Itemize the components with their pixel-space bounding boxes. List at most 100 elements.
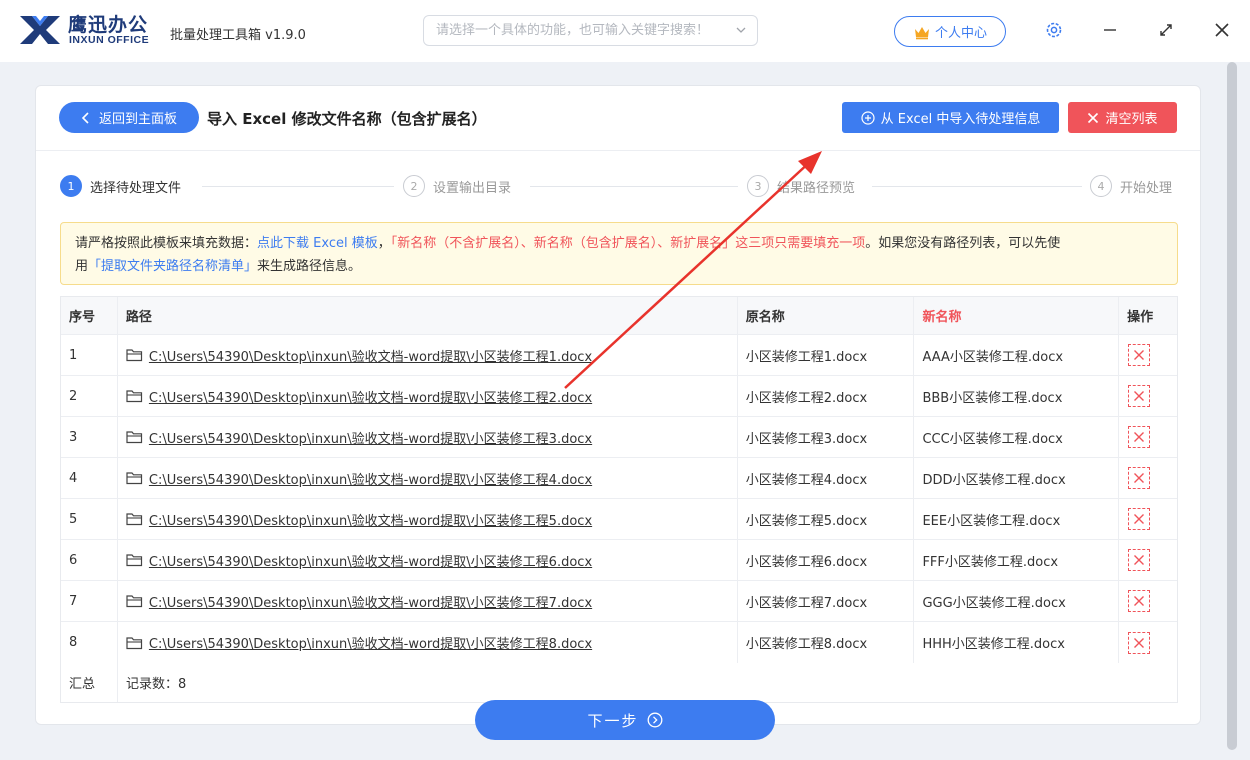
table-row: 5 C:\Users\54390\Desktop\inxun\验收文档-word提…	[61, 499, 1177, 540]
maximize-icon[interactable]	[1156, 20, 1176, 40]
row-operation	[1119, 458, 1177, 498]
row-new-name: HHH小区装修工程.docx	[914, 622, 1120, 663]
delete-x-icon	[1134, 391, 1145, 401]
row-index: 1	[61, 335, 118, 375]
delete-row-button[interactable]	[1128, 590, 1151, 612]
step-output-dir: 2 设置输出目录	[403, 175, 511, 197]
step-connector	[530, 186, 738, 187]
search-input[interactable]	[424, 16, 724, 45]
row-original-name: 小区装修工程3.docx	[738, 417, 915, 457]
next-step-button[interactable]: 下一步	[475, 700, 775, 740]
row-original-name: 小区装修工程1.docx	[738, 335, 915, 375]
folder-icon	[126, 636, 143, 649]
function-search[interactable]	[423, 15, 758, 46]
row-new-name: EEE小区装修工程.docx	[914, 499, 1120, 539]
table-row: 4 C:\Users\54390\Desktop\inxun\验收文档-word提…	[61, 458, 1177, 499]
folder-icon	[126, 390, 143, 403]
chevron-left-icon	[81, 111, 89, 124]
row-path-cell: C:\Users\54390\Desktop\inxun\验收文档-word提取…	[118, 335, 738, 375]
row-original-name: 小区装修工程8.docx	[738, 622, 915, 663]
header-path: 路径	[118, 297, 738, 334]
row-index: 8	[61, 622, 118, 663]
file-path-link[interactable]: C:\Users\54390\Desktop\inxun\验收文档-word提取…	[149, 510, 592, 529]
step-number: 3	[747, 175, 769, 197]
import-from-excel-button[interactable]: 从 Excel 中导入待处理信息	[842, 102, 1059, 133]
table-row: 8 C:\Users\54390\Desktop\inxun\验收文档-word提…	[61, 622, 1177, 663]
row-index: 5	[61, 499, 118, 539]
personal-center-button[interactable]: 个人中心	[894, 16, 1006, 47]
next-label: 下一步	[587, 711, 639, 730]
row-new-name: AAA小区装修工程.docx	[914, 335, 1120, 375]
step-label: 设置输出目录	[433, 180, 512, 196]
delete-row-button[interactable]	[1128, 549, 1151, 571]
import-label: 从 Excel 中导入待处理信息	[880, 112, 1041, 127]
step-connector	[872, 186, 1082, 187]
file-path-link[interactable]: C:\Users\54390\Desktop\inxun\验收文档-word提取…	[149, 469, 592, 488]
x-icon	[1088, 112, 1099, 123]
header-original-name: 原名称	[738, 297, 915, 334]
row-new-name: FFF小区装修工程.docx	[914, 540, 1120, 580]
folder-icon	[126, 554, 143, 567]
delete-row-button[interactable]	[1128, 508, 1151, 530]
file-path-link[interactable]: C:\Users\54390\Desktop\inxun\验收文档-word提取…	[149, 633, 592, 652]
header-new-name: 新名称	[914, 297, 1120, 334]
row-new-name: BBB小区装修工程.docx	[914, 376, 1120, 416]
page-title: 导入 Excel 修改文件名称（包含扩展名）	[207, 110, 487, 128]
row-path-cell: C:\Users\54390\Desktop\inxun\验收文档-word提取…	[118, 376, 738, 416]
row-new-name: CCC小区装修工程.docx	[914, 417, 1120, 457]
gear-icon[interactable]	[1044, 20, 1064, 40]
clear-list-button[interactable]: 清空列表	[1068, 102, 1177, 133]
step-label: 结果路径预览	[777, 180, 856, 196]
step-connector	[202, 186, 394, 187]
delete-row-button[interactable]	[1128, 426, 1151, 448]
chevron-down-icon[interactable]	[735, 24, 747, 36]
folder-icon	[126, 349, 143, 362]
step-label: 选择待处理文件	[90, 180, 182, 196]
row-operation	[1119, 540, 1177, 580]
row-operation	[1119, 622, 1177, 663]
row-path-cell: C:\Users\54390\Desktop\inxun\验收文档-word提取…	[118, 540, 738, 580]
row-operation	[1119, 581, 1177, 621]
row-original-name: 小区装修工程5.docx	[738, 499, 915, 539]
back-to-main-button[interactable]: 返回到主面板	[59, 102, 199, 133]
vertical-scrollbar[interactable]	[1227, 62, 1237, 750]
row-new-name: GGG小区装修工程.docx	[914, 581, 1120, 621]
step-label: 开始处理	[1120, 180, 1173, 196]
extract-path-list-link[interactable]: 「提取文件夹路径名称清单」	[88, 259, 257, 274]
row-index: 3	[61, 417, 118, 457]
inxun-logo-icon	[20, 16, 60, 44]
step-start: 4 开始处理	[1090, 175, 1172, 197]
delete-x-icon	[1134, 514, 1145, 524]
personal-center-label: 个人中心	[934, 26, 987, 41]
download-template-link[interactable]: 点此下载 Excel 模板	[257, 236, 378, 251]
delete-row-button[interactable]	[1128, 631, 1151, 654]
file-path-link[interactable]: C:\Users\54390\Desktop\inxun\验收文档-word提取…	[149, 428, 592, 447]
delete-row-button[interactable]	[1128, 467, 1151, 489]
minimize-icon[interactable]	[1100, 20, 1120, 40]
folder-icon	[126, 431, 143, 444]
close-icon[interactable]	[1212, 20, 1232, 40]
step-number: 2	[403, 175, 425, 197]
row-path-cell: C:\Users\54390\Desktop\inxun\验收文档-word提取…	[118, 417, 738, 457]
delete-x-icon	[1134, 637, 1145, 648]
step-preview: 3 结果路径预览	[747, 175, 855, 197]
header-index: 序号	[61, 297, 118, 334]
table-row: 7 C:\Users\54390\Desktop\inxun\验收文档-word提…	[61, 581, 1177, 622]
file-path-link[interactable]: C:\Users\54390\Desktop\inxun\验收文档-word提取…	[149, 551, 592, 570]
notice-warning: 「新名称（不含扩展名）、新名称（包含扩展名）、新扩展名」这三项只需要填充一项	[390, 236, 866, 251]
file-path-link[interactable]: C:\Users\54390\Desktop\inxun\验收文档-word提取…	[149, 346, 592, 365]
delete-row-button[interactable]	[1128, 344, 1151, 366]
table-row: 6 C:\Users\54390\Desktop\inxun\验收文档-word提…	[61, 540, 1177, 581]
title-bar: 鹰迅办公 INXUN OFFICE 批量处理工具箱 v1.9.0 个人中心	[0, 0, 1250, 62]
file-path-link[interactable]: C:\Users\54390\Desktop\inxun\验收文档-word提取…	[149, 592, 592, 611]
row-index: 6	[61, 540, 118, 580]
file-path-link[interactable]: C:\Users\54390\Desktop\inxun\验收文档-word提取…	[149, 387, 592, 406]
delete-x-icon	[1134, 350, 1145, 360]
notice-text: 请严格按照此模板来填充数据：	[75, 236, 258, 251]
row-path-cell: C:\Users\54390\Desktop\inxun\验收文档-word提取…	[118, 581, 738, 621]
delete-row-button[interactable]	[1128, 385, 1151, 407]
folder-icon	[126, 595, 143, 608]
clear-label: 清空列表	[1105, 112, 1158, 127]
row-original-name: 小区装修工程6.docx	[738, 540, 915, 580]
summary-row: 汇总 记录数：8	[61, 663, 1177, 702]
